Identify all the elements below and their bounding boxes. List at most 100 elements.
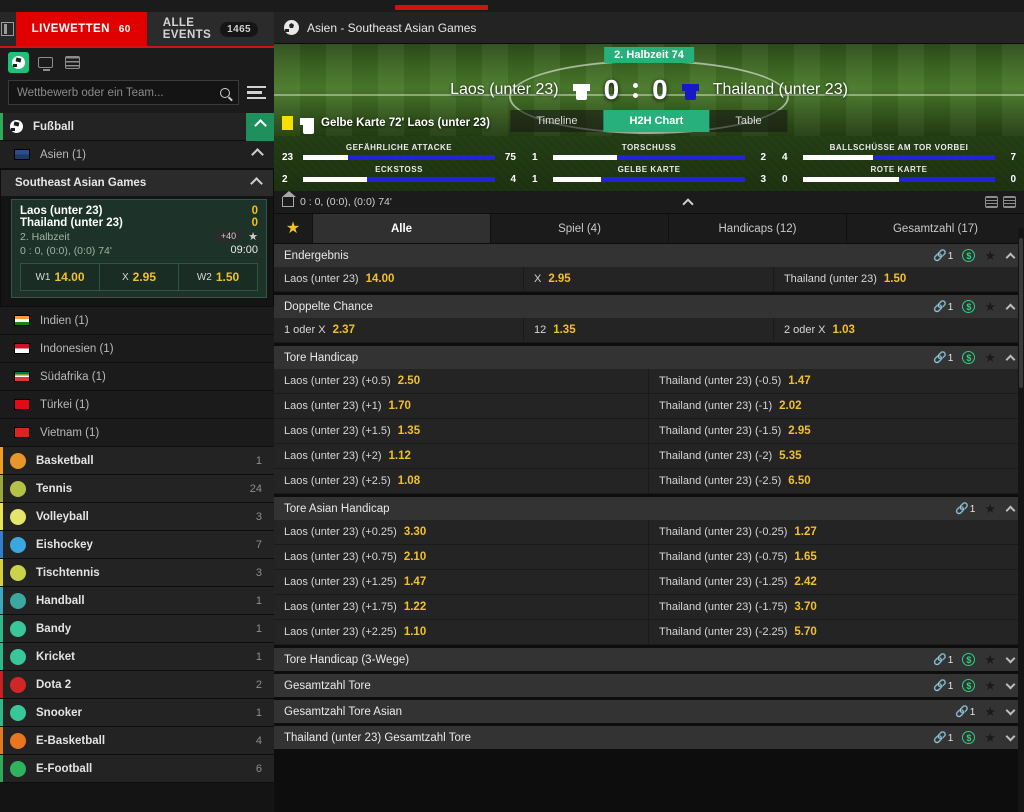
chevron-up-icon[interactable] xyxy=(1005,505,1016,515)
selection-button[interactable]: Laos (unter 23) (+1.75) 1.22 xyxy=(274,595,649,620)
grid-layout-icon[interactable] xyxy=(985,196,998,208)
favorite-star-icon[interactable]: ★ xyxy=(248,230,258,243)
tab-table[interactable]: Table xyxy=(709,110,787,132)
viewmode-monitor-button[interactable] xyxy=(35,52,56,73)
tab-alle-events[interactable]: ALLE EVENTS 1465 xyxy=(146,12,274,46)
list-layout-icon[interactable] xyxy=(1003,196,1016,208)
chevron-up-icon[interactable] xyxy=(1005,252,1016,262)
link-icon[interactable]: 🔗1 xyxy=(933,249,953,262)
link-icon[interactable]: 🔗1 xyxy=(933,653,953,666)
tab-handicaps[interactable]: Handicaps (12) xyxy=(668,214,846,243)
market-header[interactable]: Thailand (unter 23) Gesamtzahl Tore 🔗1 $ ★ xyxy=(274,726,1024,749)
selection-button[interactable]: Thailand (unter 23) (-1) 2.02 xyxy=(649,394,1024,419)
selection-button[interactable]: Laos (unter 23) 14.00 xyxy=(274,267,524,292)
favorite-star-icon[interactable]: ★ xyxy=(984,248,996,264)
odd-button-w1[interactable]: W1 14.00 xyxy=(21,264,100,290)
market-header[interactable]: Gesamtzahl Tore Asian 🔗1 ★ xyxy=(274,700,1024,723)
selection-button[interactable]: X 2.95 xyxy=(523,267,774,292)
selection-button[interactable]: Laos (unter 23) (+1.25) 1.47 xyxy=(274,570,649,595)
link-icon[interactable]: 🔗1 xyxy=(933,351,953,364)
sidebar-item-tennis[interactable]: Tennis 24 xyxy=(0,475,274,503)
link-icon[interactable]: 🔗1 xyxy=(955,502,975,515)
favorite-star-icon[interactable]: ★ xyxy=(984,652,996,668)
selection-button[interactable]: Laos (unter 23) (+2.5) 1.08 xyxy=(274,469,649,494)
sidebar-item-eishockey[interactable]: Eishockey 7 xyxy=(0,531,274,559)
favorite-star-icon[interactable]: ★ xyxy=(984,350,996,366)
sidebar-item-handball[interactable]: Handball 1 xyxy=(0,587,274,615)
link-icon[interactable]: 🔗1 xyxy=(933,300,953,313)
scrollbar-thumb[interactable] xyxy=(1019,238,1023,388)
tab-spiel[interactable]: Spiel (4) xyxy=(490,214,668,243)
link-icon[interactable]: 🔗1 xyxy=(933,731,953,744)
market-header[interactable]: Tore Handicap 🔗1 $ ★ xyxy=(274,346,1024,369)
cashout-icon[interactable]: $ xyxy=(962,679,976,692)
favorite-star-icon[interactable]: ★ xyxy=(984,299,996,315)
sidebar-item-volleyball[interactable]: Volleyball 3 xyxy=(0,503,274,531)
sidebar-item-indonesien[interactable]: Indonesien (1) xyxy=(0,335,274,363)
selection-button[interactable]: Thailand (unter 23) (-2.25) 5.70 xyxy=(649,620,1024,645)
sidebar-match-card[interactable]: Laos (unter 23) 0 Thailand (unter 23) 0 … xyxy=(11,199,267,298)
cashout-icon[interactable]: $ xyxy=(962,653,976,666)
selection-button[interactable]: Thailand (unter 23) (-0.5) 1.47 xyxy=(649,369,1024,394)
selection-button[interactable]: Thailand (unter 23) (-1.25) 2.42 xyxy=(649,570,1024,595)
more-markets-badge[interactable]: +40 xyxy=(214,230,243,242)
sidebar-item-bandy[interactable]: Bandy 1 xyxy=(0,615,274,643)
tab-livewetten[interactable]: LIVEWETTEN 60 xyxy=(15,12,147,46)
sidebar-item-kricket[interactable]: Kricket 1 xyxy=(0,643,274,671)
sidebar-item-e-basketball[interactable]: E-Basketball 4 xyxy=(0,727,274,755)
sidebar-item-fussball[interactable]: Fußball xyxy=(0,113,274,141)
favorite-star-icon[interactable]: ★ xyxy=(984,678,996,694)
selection-button[interactable]: Thailand (unter 23) (-2) 5.35 xyxy=(649,444,1024,469)
filter-lines-icon[interactable] xyxy=(247,85,266,100)
selection-button[interactable]: Thailand (unter 23) (-0.25) 1.27 xyxy=(649,520,1024,545)
markets-scrollbar[interactable] xyxy=(1018,228,1024,812)
sidebar-item-indien[interactable]: Indien (1) xyxy=(0,307,274,335)
chevron-down-icon[interactable] xyxy=(1005,653,1016,663)
sidebar-item-snooker[interactable]: Snooker 1 xyxy=(0,699,274,727)
sidebar-item-tischtennis[interactable]: Tischtennis 3 xyxy=(0,559,274,587)
sidebar-item-türkei[interactable]: Türkei (1) xyxy=(0,391,274,419)
cashout-icon[interactable]: $ xyxy=(962,351,976,364)
selection-button[interactable]: Laos (unter 23) (+2.25) 1.10 xyxy=(274,620,649,645)
viewmode-list-button[interactable] xyxy=(62,52,83,73)
selection-button[interactable]: 2 oder X 1.03 xyxy=(773,318,1024,343)
collapse-fussball-button[interactable] xyxy=(246,113,274,141)
market-header[interactable]: Tore Asian Handicap 🔗1 ★ xyxy=(274,497,1024,520)
chevron-up-icon[interactable] xyxy=(251,148,264,161)
link-icon[interactable]: 🔗1 xyxy=(933,679,953,692)
favorites-tab[interactable]: ★ xyxy=(274,214,312,243)
market-header[interactable]: Endergebnis 🔗1 $ ★ xyxy=(274,244,1024,267)
market-header[interactable]: Gesamtzahl Tore 🔗1 $ ★ xyxy=(274,674,1024,697)
odd-button-w2[interactable]: W2 1.50 xyxy=(179,264,257,290)
chevron-up-icon[interactable] xyxy=(250,176,263,190)
selection-button[interactable]: 12 1.35 xyxy=(523,318,774,343)
chevron-up-icon[interactable] xyxy=(1005,303,1016,313)
selection-button[interactable]: Laos (unter 23) (+1) 1.70 xyxy=(274,394,649,419)
search-box[interactable] xyxy=(8,80,239,105)
market-header[interactable]: Tore Handicap (3-Wege) 🔗1 $ ★ xyxy=(274,648,1024,671)
selection-button[interactable]: Laos (unter 23) (+0.5) 2.50 xyxy=(274,369,649,394)
search-icon[interactable] xyxy=(220,87,230,98)
tab-alle[interactable]: Alle xyxy=(312,214,490,243)
link-icon[interactable]: 🔗1 xyxy=(955,705,975,718)
viewmode-sport-button[interactable] xyxy=(8,51,29,73)
chevron-down-icon[interactable] xyxy=(1005,705,1016,715)
chevron-down-icon[interactable] xyxy=(1005,679,1016,689)
sidebar-collapse-button[interactable] xyxy=(0,12,16,46)
cashout-icon[interactable]: $ xyxy=(962,300,976,313)
league-header[interactable]: Southeast Asian Games xyxy=(1,170,273,196)
selection-button[interactable]: Thailand (unter 23) (-2.5) 6.50 xyxy=(649,469,1024,494)
search-input[interactable] xyxy=(17,86,220,99)
chevron-up-icon[interactable] xyxy=(1005,354,1016,364)
selection-button[interactable]: Laos (unter 23) (+0.25) 3.30 xyxy=(274,520,649,545)
selection-button[interactable]: Laos (unter 23) (+1.5) 1.35 xyxy=(274,419,649,444)
favorite-star-icon[interactable]: ★ xyxy=(984,704,996,720)
selection-button[interactable]: Thailand (unter 23) (-0.75) 1.65 xyxy=(649,545,1024,570)
favorite-star-icon[interactable]: ★ xyxy=(984,501,996,517)
sidebar-item-vietnam[interactable]: Vietnam (1) xyxy=(0,419,274,447)
cashout-icon[interactable]: $ xyxy=(962,731,976,744)
selection-button[interactable]: Laos (unter 23) (+2) 1.12 xyxy=(274,444,649,469)
collapse-scoreboard-button[interactable] xyxy=(392,197,985,210)
cashout-icon[interactable]: $ xyxy=(962,249,976,262)
tab-gesamtzahl[interactable]: Gesamtzahl (17) xyxy=(846,214,1024,243)
